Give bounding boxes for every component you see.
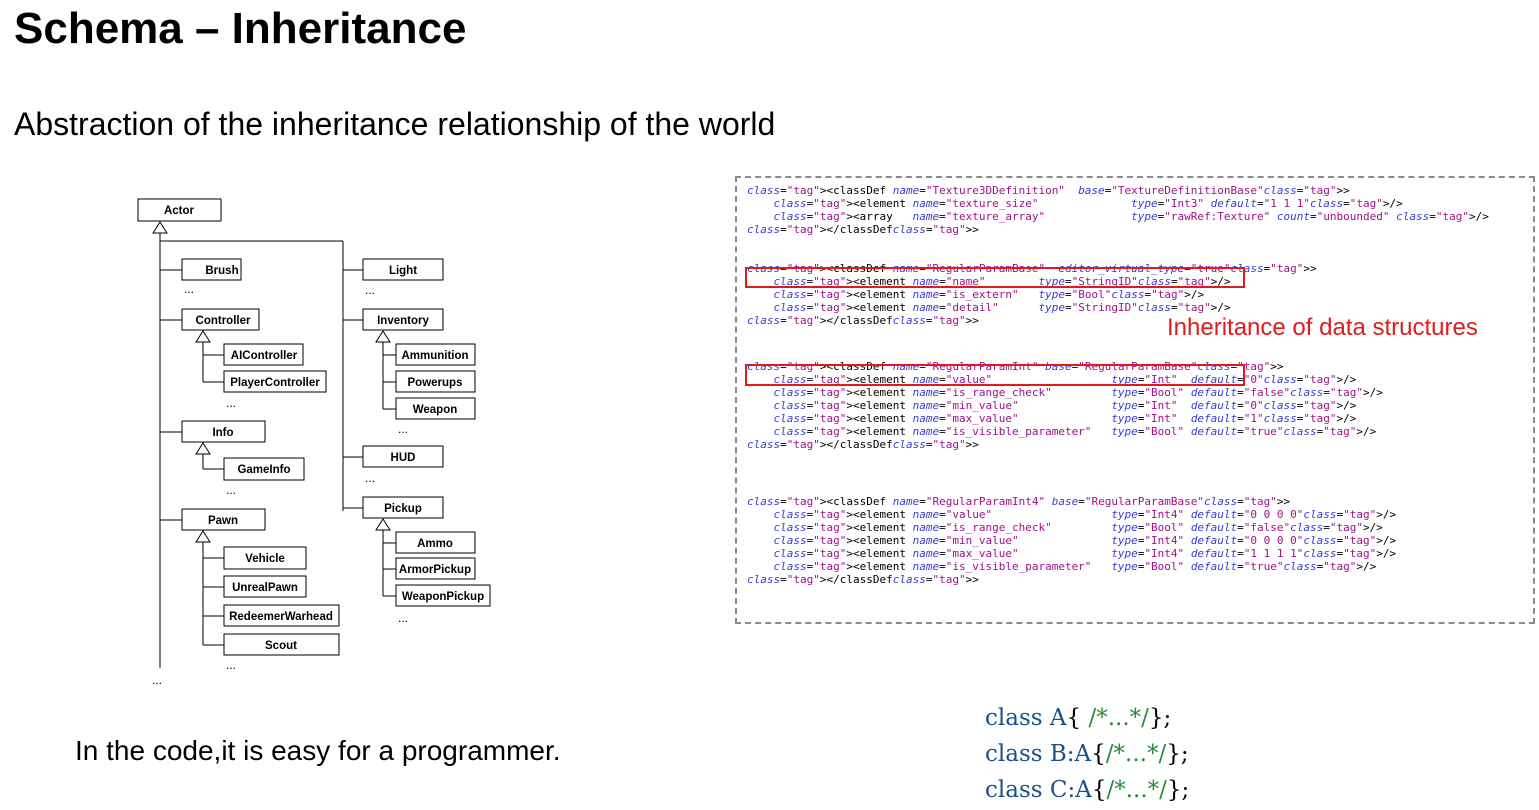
- node-ammo: Ammo: [417, 538, 453, 550]
- xml-code-line: class="tag"><element name="detail" type=…: [773, 301, 1231, 314]
- inheritance-annotation: Inheritance of data structures: [1167, 314, 1478, 341]
- node-weaponpickup: WeaponPickup: [402, 591, 484, 603]
- node-powerups: Powerups: [408, 377, 463, 389]
- ellipsis: ...: [152, 673, 162, 687]
- node-vehicle: Vehicle: [245, 553, 285, 565]
- xml-code-line: class="tag"><element name="max_value" ty…: [773, 547, 1397, 560]
- cpp-code-line: class A{ /*...*/};: [985, 705, 1172, 731]
- ellipsis: ...: [226, 483, 236, 497]
- cpp-code-line: class C:A{/*...*/};: [985, 777, 1190, 803]
- xml-code-line: class="tag"><element name="is_visible_pa…: [773, 560, 1377, 573]
- node-controller: Controller: [196, 315, 251, 327]
- ellipsis: ...: [398, 611, 408, 625]
- xml-code-line: class="tag"></classDefclass="tag">>: [747, 438, 979, 451]
- cpp-code-snippet: class A{ /*...*/}; class B:A{/*...*/}; cla…: [985, 700, 1189, 808]
- cpp-code-line: class B:A{/*...*/};: [985, 741, 1189, 767]
- class-hierarchy-diagram: Actor Brush Controller AIController Play…: [137, 198, 491, 687]
- node-inventory: Inventory: [377, 315, 429, 327]
- highlight-regularparambase: [745, 267, 1245, 288]
- node-armorpickup: ArmorPickup: [399, 564, 471, 576]
- actor-inherit-arrow: [152, 221, 168, 234]
- node-aicontroller: AIController: [231, 350, 298, 362]
- xml-code-line: class="tag"><classDef name="RegularParam…: [747, 495, 1291, 508]
- xml-code-line: class="tag"><element name="min_value" ty…: [773, 534, 1397, 547]
- xml-code-line: class="tag"><classDef name="Texture3DDef…: [747, 184, 1350, 197]
- ellipsis: ...: [365, 283, 375, 297]
- xml-code-line: class="tag"><element name="is_range_chec…: [773, 521, 1383, 534]
- xml-code-line: class="tag"><element name="is_visible_pa…: [773, 425, 1377, 438]
- xml-code-line: class="tag"><array name="texture_array" …: [773, 210, 1489, 223]
- xml-code-line: class="tag"><element name="texture_size"…: [773, 197, 1403, 210]
- ellipsis: ...: [184, 282, 194, 296]
- xml-code-line: class="tag"><element name="is_extern" ty…: [773, 288, 1205, 301]
- xml-code-line: class="tag"><element name="min_value" ty…: [773, 399, 1357, 412]
- node-actor: Actor: [164, 205, 195, 217]
- xml-code-panel: class="tag"><classDef name="Texture3DDef…: [735, 176, 1535, 624]
- node-brush: Brush: [205, 265, 238, 277]
- node-scout: Scout: [265, 640, 297, 652]
- node-weapon: Weapon: [413, 404, 458, 416]
- xml-code-line: class="tag"><element name="max_value" ty…: [773, 412, 1357, 425]
- ellipsis: ...: [226, 396, 236, 410]
- node-ammunition: Ammunition: [401, 350, 468, 362]
- node-light: Light: [389, 265, 417, 277]
- ellipsis: ...: [398, 422, 408, 436]
- bottom-caption: In the code,it is easy for a programmer.: [75, 735, 561, 766]
- node-pickup: Pickup: [384, 503, 422, 515]
- xml-code-line: class="tag"></classDefclass="tag">>: [747, 573, 979, 586]
- ellipsis: ...: [226, 658, 236, 672]
- node-redeemerwarhead: RedeemerWarhead: [229, 611, 333, 623]
- ellipsis: ...: [365, 471, 375, 485]
- node-pawn: Pawn: [208, 515, 238, 527]
- node-unrealpawn: UnrealPawn: [232, 582, 298, 594]
- highlight-regularparamint: [745, 364, 1245, 386]
- node-info: Info: [212, 427, 233, 439]
- node-gameinfo: GameInfo: [237, 464, 290, 476]
- node-hud: HUD: [391, 452, 416, 464]
- xml-code-line: class="tag"></classDefclass="tag">>: [747, 314, 979, 327]
- xml-code-line: class="tag"><element name="is_range_chec…: [773, 386, 1383, 399]
- xml-code-line: class="tag"><element name="value" type="…: [773, 508, 1397, 521]
- node-playercontroller: PlayerController: [230, 377, 320, 389]
- xml-code-line: class="tag"></classDefclass="tag">>: [747, 223, 979, 236]
